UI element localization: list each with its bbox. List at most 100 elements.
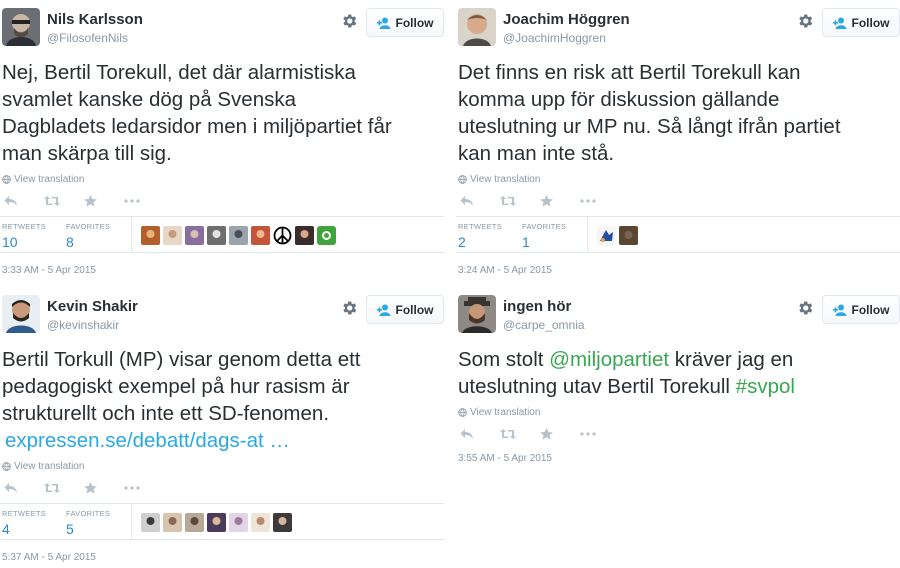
avatar[interactable] <box>273 513 292 532</box>
display-name[interactable]: Nils Karlsson <box>47 11 143 28</box>
retweets-count[interactable]: 4 <box>2 521 46 537</box>
avatar[interactable] <box>141 226 160 245</box>
follow-label: Follow <box>395 302 434 317</box>
follow-button[interactable]: Follow <box>366 8 444 37</box>
reply-icon[interactable] <box>460 193 500 209</box>
tweet-card: ingen hör @carpe_omnia Follow Som stolt … <box>456 287 900 464</box>
gear-icon[interactable] <box>796 12 814 30</box>
favorites-count[interactable]: 8 <box>66 234 110 250</box>
user-handle[interactable]: @carpe_omnia <box>503 318 585 332</box>
tweet-line: strukturellt och inte ett SD-fenomen. <box>2 402 330 425</box>
avatar[interactable] <box>163 513 182 532</box>
avatar[interactable] <box>2 295 40 333</box>
more-icon[interactable] <box>124 193 164 209</box>
reply-icon[interactable] <box>4 193 44 209</box>
favorites-count[interactable]: 5 <box>66 521 110 537</box>
tweet-line: Dagbladets ledarsidor men i miljöpartiet… <box>2 115 392 138</box>
favorite-icon[interactable] <box>84 480 124 496</box>
peace-symbol-avatar[interactable] <box>273 226 292 245</box>
retweet-icon[interactable] <box>44 480 84 496</box>
stats-divider <box>131 217 132 252</box>
retweets-label: RETWEETS <box>2 222 47 231</box>
follow-button[interactable]: Follow <box>366 295 444 324</box>
favorites-stat[interactable]: FAVORITES 1 <box>522 222 566 250</box>
retweets-count[interactable]: 2 <box>458 234 502 250</box>
favorites-count[interactable]: 1 <box>522 234 566 250</box>
retweet-icon[interactable] <box>500 193 540 209</box>
more-icon[interactable] <box>580 426 620 442</box>
avatar[interactable] <box>619 226 638 245</box>
mention-link[interactable]: @miljopartiet <box>549 348 669 371</box>
favorite-icon[interactable] <box>84 193 124 209</box>
avatar[interactable] <box>251 513 270 532</box>
tweet-text-segment: kräver jag en <box>669 348 794 371</box>
avatar[interactable] <box>185 226 204 245</box>
gear-icon[interactable] <box>340 12 358 30</box>
retweets-stat[interactable]: RETWEETS 10 <box>2 222 46 250</box>
globe-icon <box>2 462 11 471</box>
tweet-stats: RETWEETS 4 FAVORITES 5 <box>0 503 444 540</box>
avatar[interactable] <box>229 513 248 532</box>
retweet-icon[interactable] <box>44 193 84 209</box>
display-name[interactable]: ingen hör <box>503 298 571 315</box>
favorites-stat[interactable]: FAVORITES 5 <box>66 509 110 537</box>
avatar[interactable] <box>2 8 40 46</box>
display-name[interactable]: Kevin Shakir <box>47 298 138 315</box>
tweet-line: man skärpa till sig. <box>2 142 172 165</box>
retweets-count[interactable]: 10 <box>2 234 46 250</box>
view-translation-link[interactable]: View translation <box>2 174 84 185</box>
follow-button[interactable]: Follow <box>822 295 900 324</box>
retweets-stat[interactable]: RETWEETS 4 <box>2 509 46 537</box>
avatar[interactable] <box>317 226 336 245</box>
user-handle[interactable]: @kevinshakir <box>47 318 119 332</box>
avatar[interactable] <box>597 226 616 245</box>
retweets-label: RETWEETS <box>458 222 503 231</box>
avatar[interactable] <box>229 226 248 245</box>
avatar[interactable] <box>295 226 314 245</box>
follow-label: Follow <box>395 15 434 30</box>
retweet-icon[interactable] <box>500 426 540 442</box>
tweet-timestamp[interactable]: 3:24 AM - 5 Apr 2015 <box>458 265 552 276</box>
avatar[interactable] <box>207 226 226 245</box>
tweet-line: svamlet kanske dög på Svenska <box>2 88 296 111</box>
tweet-actions <box>460 193 620 209</box>
avatar[interactable] <box>141 513 160 532</box>
retweets-stat[interactable]: RETWEETS 2 <box>458 222 502 250</box>
avatar[interactable] <box>163 226 182 245</box>
follow-button[interactable]: Follow <box>822 8 900 37</box>
avatar[interactable] <box>251 226 270 245</box>
favorite-icon[interactable] <box>540 193 580 209</box>
tweet-timestamp[interactable]: 5:37 AM - 5 Apr 2015 <box>2 552 96 563</box>
tweet-timestamp[interactable]: 3:55 AM - 5 Apr 2015 <box>458 453 552 464</box>
gear-icon[interactable] <box>340 299 358 317</box>
display-name[interactable]: Joachim Höggren <box>503 11 630 28</box>
avatar[interactable] <box>185 513 204 532</box>
hashtag-link[interactable]: #svpol <box>736 375 795 398</box>
tweet-card: Joachim Höggren @JoachimHoggren Follow D… <box>456 0 900 276</box>
user-handle[interactable]: @JoachimHoggren <box>503 31 606 45</box>
avatar[interactable] <box>207 513 226 532</box>
favorites-label: FAVORITES <box>66 222 111 231</box>
tweet-text-segment: uteslutning utav Bertil Torekull <box>458 375 736 398</box>
tweet-timestamp[interactable]: 3:33 AM - 5 Apr 2015 <box>2 265 96 276</box>
reply-icon[interactable] <box>460 426 500 442</box>
view-translation-label: View translation <box>470 407 541 418</box>
favorites-stat[interactable]: FAVORITES 8 <box>66 222 110 250</box>
more-icon[interactable] <box>580 193 620 209</box>
user-handle[interactable]: @FilosofenNils <box>47 31 128 45</box>
view-translation-link[interactable]: View translation <box>458 407 540 418</box>
view-translation-link[interactable]: View translation <box>458 174 540 185</box>
view-translation-label: View translation <box>14 461 85 472</box>
tweet-link[interactable]: expressen.se/debatt/dags-at … <box>2 427 446 454</box>
favoriter-avatars <box>141 513 292 532</box>
avatar[interactable] <box>458 8 496 46</box>
avatar[interactable] <box>458 295 496 333</box>
add-user-icon <box>376 17 390 29</box>
reply-icon[interactable] <box>4 480 44 496</box>
favorite-icon[interactable] <box>540 426 580 442</box>
favorites-label: FAVORITES <box>522 222 567 231</box>
gear-icon[interactable] <box>796 299 814 317</box>
tweet-text: Som stolt @miljopartiet kräver jag en ut… <box>458 346 900 400</box>
view-translation-link[interactable]: View translation <box>2 461 84 472</box>
more-icon[interactable] <box>124 480 164 496</box>
